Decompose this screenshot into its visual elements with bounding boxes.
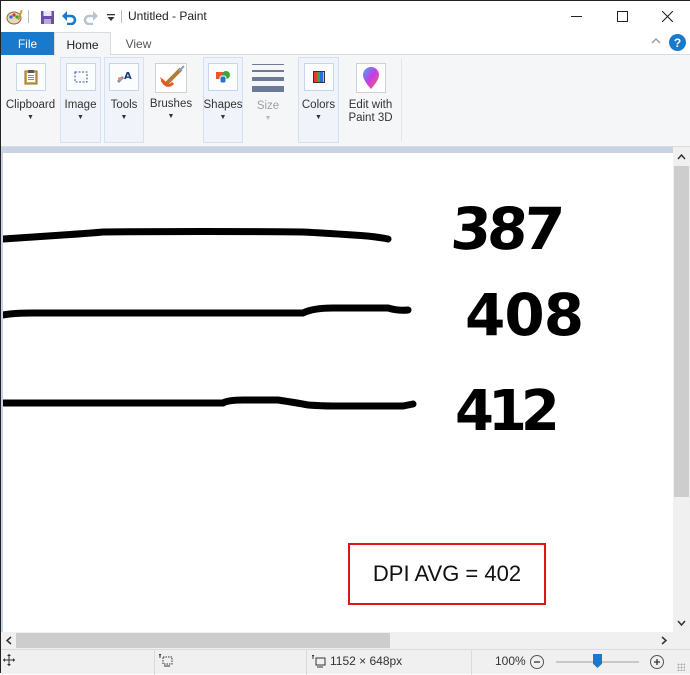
handwritten-strokes (3, 228, 417, 410)
ribbon-tabs: File Home View ? (1, 32, 690, 56)
chevron-down-icon: ▼ (264, 115, 272, 122)
size-label: Size (256, 100, 280, 112)
brush-icon (155, 63, 187, 93)
dpi-average-annotation: DPI AVG = 402 (348, 543, 546, 605)
tab-file[interactable]: File (1, 32, 54, 55)
stroke-line-1 (3, 228, 392, 243)
zoom-level: 100% (495, 654, 526, 668)
shapes-icon (208, 63, 238, 91)
maximize-button[interactable] (599, 1, 645, 32)
status-bar: 1152 × 648px 100% (1, 649, 690, 675)
tab-view[interactable]: View (111, 32, 166, 55)
close-button[interactable] (644, 1, 690, 32)
handwritten-value-3: 412 (455, 379, 560, 444)
title-bar: Untitled - Paint (1, 1, 690, 32)
scrollbar-corner (673, 632, 690, 649)
chevron-down-icon: ▼ (315, 114, 322, 121)
status-separator (471, 650, 472, 675)
image-group[interactable]: Image ▼ (60, 57, 101, 143)
colors-label: Colors (301, 99, 336, 111)
image-label: Image (64, 99, 97, 111)
vertical-scroll-thumb[interactable] (674, 166, 689, 497)
minimize-icon (570, 16, 582, 17)
image-size-icon (312, 654, 326, 667)
edit-with-paint3d-button[interactable]: Edit with Paint 3D (343, 57, 398, 143)
brushes-group[interactable]: Brushes ▼ (147, 57, 195, 143)
ribbon-separator (401, 59, 402, 141)
handwritten-value-1: 387 (448, 195, 563, 263)
zoom-slider-thumb[interactable] (593, 654, 602, 668)
clipboard-label: Clipboard (5, 99, 56, 111)
resize-grip[interactable] (677, 663, 685, 671)
tools-label: Tools (110, 99, 138, 111)
cursor-position (3, 654, 15, 666)
selection-size (159, 654, 173, 667)
stroke-line-2 (3, 304, 412, 319)
minus-icon (534, 661, 540, 663)
shapes-label: Shapes (203, 99, 243, 111)
separator (121, 10, 122, 23)
stroke-line-3 (3, 396, 417, 410)
status-separator (154, 650, 155, 675)
status-separator (306, 650, 307, 675)
chevron-down-icon: ▼ (77, 114, 84, 121)
horizontal-scroll-thumb[interactable] (16, 633, 390, 648)
drawing-canvas[interactable]: 387 408 412 DPI AVG = 402 (3, 153, 673, 632)
chevron-down-icon: ▼ (120, 114, 128, 121)
select-icon (65, 63, 96, 91)
save-icon[interactable] (37, 7, 57, 27)
tools-icon: A (109, 63, 139, 91)
clipboard-icon (15, 63, 46, 91)
chevron-down-icon: ▼ (27, 114, 34, 121)
paint-app-icon[interactable] (5, 7, 25, 27)
handwritten-value-2: 408 (465, 281, 584, 349)
close-icon (661, 11, 673, 22)
clipboard-group[interactable]: Clipboard ▼ (3, 57, 58, 143)
scroll-down-icon[interactable] (674, 615, 689, 630)
maximize-icon (616, 11, 628, 22)
help-icon[interactable]: ? (669, 34, 686, 51)
plus-icon (654, 659, 660, 665)
move-cursor-icon (3, 654, 15, 666)
minimize-button[interactable] (553, 1, 599, 32)
customize-dropdown-icon[interactable] (101, 7, 121, 27)
horizontal-scrollbar[interactable] (1, 632, 673, 649)
zoom-out-button[interactable] (530, 655, 544, 669)
shapes-group[interactable]: Shapes ▼ (203, 57, 243, 143)
size-group[interactable]: Size ▼ (247, 57, 289, 143)
tab-home[interactable]: Home (54, 32, 111, 56)
selection-size-icon (159, 654, 173, 667)
paint3d-icon (355, 63, 386, 93)
edit-paint3d-line1: Edit with (348, 99, 393, 111)
size-icon (252, 64, 284, 92)
undo-icon[interactable] (59, 7, 79, 27)
image-size-text: 1152 × 648px (330, 654, 403, 668)
window-title: Untitled - Paint (128, 9, 207, 23)
collapse-ribbon-icon[interactable] (651, 36, 661, 48)
brushes-label: Brushes (149, 98, 193, 110)
tools-group[interactable]: A Tools ▼ (104, 57, 144, 143)
canvas-area: 387 408 412 DPI AVG = 402 (1, 147, 673, 632)
chevron-down-icon: ▼ (167, 113, 175, 120)
separator (28, 10, 29, 23)
vertical-scrollbar[interactable] (673, 147, 690, 632)
scroll-left-icon[interactable] (1, 633, 16, 648)
image-size: 1152 × 648px (312, 654, 402, 668)
edit-paint3d-line2: Paint 3D (348, 112, 393, 124)
zoom-in-button[interactable] (650, 655, 664, 669)
colors-icon (303, 63, 334, 91)
svg-text:A: A (124, 71, 132, 82)
scroll-up-icon[interactable] (674, 149, 689, 164)
edit-paint3d-label: Edit with Paint 3D (348, 99, 392, 125)
scroll-right-icon[interactable] (656, 633, 671, 648)
redo-icon[interactable] (81, 7, 101, 27)
ribbon: Clipboard ▼ Image ▼ A Tools ▼ Brushes ▼ … (1, 55, 690, 147)
chevron-down-icon: ▼ (219, 114, 227, 121)
colors-group[interactable]: Colors ▼ (298, 57, 339, 143)
